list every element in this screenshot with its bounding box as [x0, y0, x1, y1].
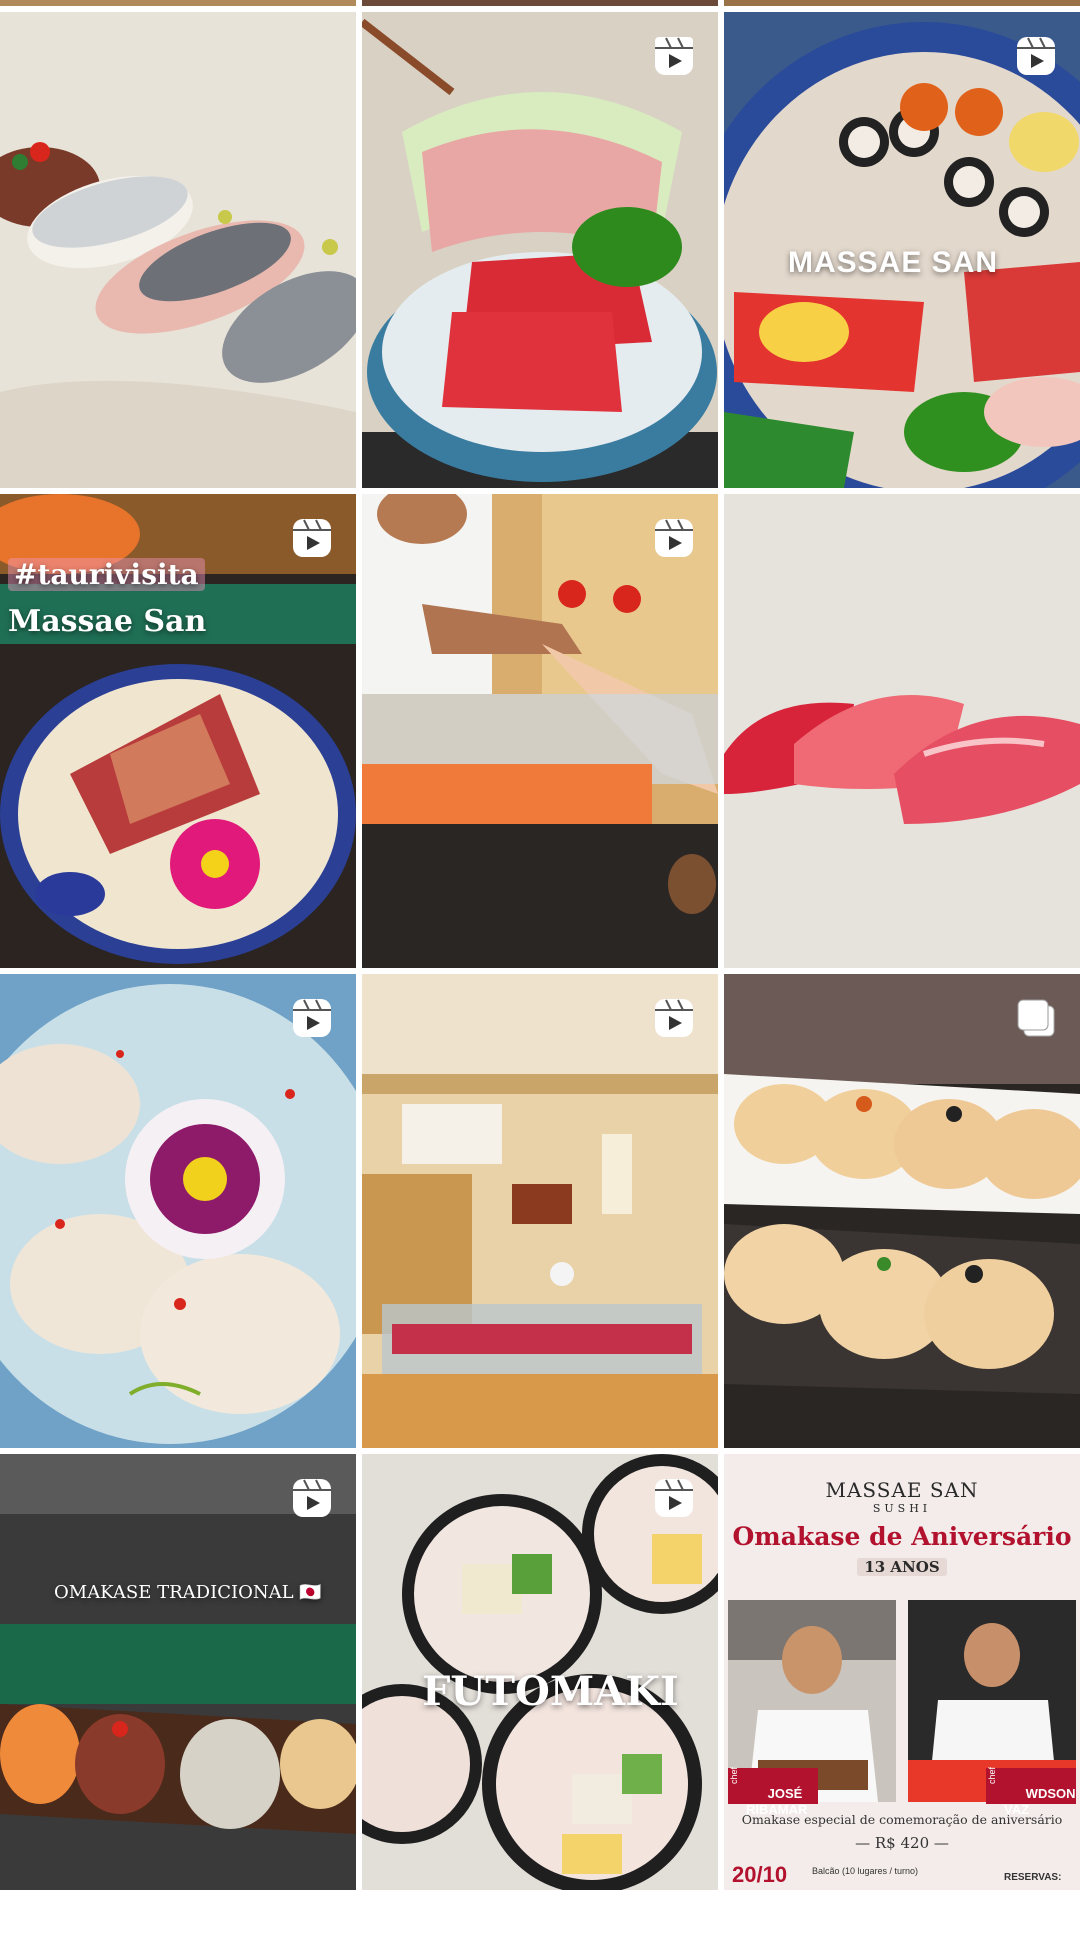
post-taurivisita[interactable]: #taurivisita Massae San [0, 494, 356, 968]
overlay-omakase-tradicional: OMAKASE TRADICIONAL 🇯🇵 [54, 1582, 322, 1603]
bottom-blank-area [0, 1890, 1080, 1936]
reel-icon [652, 516, 696, 560]
overlay-hashtag: #taurivisita [8, 558, 205, 591]
post-omakase-aniversario[interactable]: MASSAE SAN SUSHI Omakase de Aniversário … [724, 1454, 1080, 1890]
poster-brand-sub: SUSHI [872, 1502, 932, 1515]
reel-icon [652, 1476, 696, 1520]
interior-photo [362, 974, 718, 1448]
poster-title: Omakase de Aniversário [732, 1522, 1072, 1551]
tuna-nigiri-photo [724, 494, 1080, 968]
poster-reserve: RESERVAS: [1004, 1872, 1062, 1883]
chef2-prefix: chef [987, 1766, 997, 1784]
post-sushi-nigiri-mackerel[interactable] [0, 12, 356, 488]
post-carpaccio-flower[interactable] [0, 974, 356, 1448]
chef-photo [362, 494, 718, 968]
poster-years: 13 ANOS [857, 1558, 947, 1576]
chef1-name: JOSÉ RIBAMAR [728, 1768, 818, 1817]
post-tuna-nigiri[interactable] [724, 494, 1080, 968]
poster-seats: Balcão (10 lugares / turno) [812, 1866, 919, 1876]
reel-icon [290, 996, 334, 1040]
overlay-title: Massae San [8, 604, 207, 639]
overlay-massae-san: MASSAE SAN [788, 246, 999, 279]
sashimi-photo [362, 12, 718, 488]
nigiri-photo [0, 12, 356, 488]
post-chef-serving[interactable] [362, 494, 718, 968]
chef1-prefix: chef [729, 1766, 739, 1784]
overlay-futomaki: FUTOMAKI [422, 1668, 679, 1715]
scallop-photo [724, 974, 1080, 1448]
chef2-name: WDSON VAZ [986, 1768, 1076, 1817]
post-futomaki[interactable]: FUTOMAKI [362, 1454, 718, 1890]
reel-icon [652, 34, 696, 78]
poster-description: Omakase especial de comemoração de anive… [741, 1812, 1063, 1827]
post-massae-san-platter[interactable]: MASSAE SAN [724, 12, 1080, 488]
profile-posts-grid: MASSAE SAN #taurivisita Massae San OMAKA… [0, 0, 1080, 1936]
reel-icon [1014, 34, 1058, 78]
poster-price: — R$ 420 — [855, 1834, 949, 1852]
reel-icon [652, 996, 696, 1040]
post-omakase-tradicional[interactable]: OMAKASE TRADICIONAL 🇯🇵 [0, 1454, 356, 1890]
previous-row-sliver [0, 0, 1080, 8]
post-restaurant-interior[interactable] [362, 974, 718, 1448]
carousel-icon [1014, 996, 1058, 1040]
post-scallop-nigiri[interactable] [724, 974, 1080, 1448]
post-sashimi-tuna-bowl[interactable] [362, 12, 718, 488]
poster-brand: MASSAE SAN [825, 1478, 979, 1502]
reel-icon [290, 1476, 334, 1520]
carpaccio-photo [0, 974, 356, 1448]
poster-date: 20/10 [732, 1862, 788, 1887]
reel-icon [290, 516, 334, 560]
